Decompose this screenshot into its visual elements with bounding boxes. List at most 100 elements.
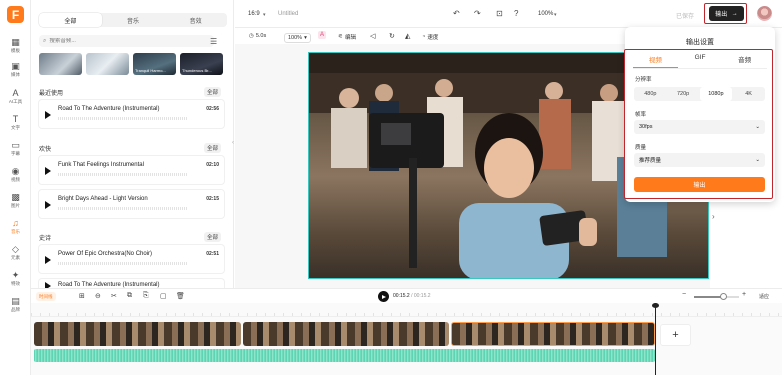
audio-library-panel: 全部 音乐 音效 ⌕ ☰ Tranquil Harmo... Thunderou… — [31, 0, 234, 288]
rail-item-subtitles[interactable]: ▭ 字幕 — [0, 136, 31, 160]
redo-icon[interactable]: ↷ — [474, 9, 481, 18]
project-title[interactable]: Untitled — [278, 11, 298, 17]
track-item[interactable]: Bright Days Ahead - Light Version 02:15 — [38, 189, 225, 219]
rail-item-image[interactable]: ▩ 图片 — [0, 188, 31, 212]
rail-item-effects[interactable]: ✦ 特效 — [0, 266, 31, 290]
edit-button[interactable]: ⚟ 编辑 — [338, 33, 356, 41]
effects-icon: ✦ — [11, 269, 20, 280]
rail-item-brand[interactable]: ▤ 品牌 — [0, 292, 31, 316]
chevron-down-icon: ▾ — [554, 12, 557, 18]
playhead[interactable] — [655, 303, 656, 375]
play-icon[interactable] — [45, 111, 51, 119]
waveform — [58, 207, 188, 210]
category-thumbnail[interactable]: Tranquil Harmo... — [133, 53, 176, 75]
chevron-right-icon[interactable]: › — [712, 212, 715, 221]
flip-icon[interactable]: ◭ — [405, 32, 410, 40]
copy-icon[interactable]: ⎘ — [143, 292, 149, 300]
track-item[interactable]: Funk That Feelings Instrumental 02:10 — [38, 155, 225, 185]
top-toolbar — [235, 0, 782, 28]
tab-sound-effects[interactable]: 音效 — [164, 13, 227, 27]
rail-item-template[interactable]: ▦ 模板 — [0, 33, 31, 57]
section-title-upbeat: 欢快 — [39, 147, 52, 153]
speed-button[interactable]: ◔ 速度 — [422, 33, 438, 41]
rotate-icon[interactable]: ↻ — [389, 32, 395, 40]
rail-item-ai-tools[interactable]: A AI工具 — [0, 84, 31, 108]
chevron-down-icon: ▾ — [304, 35, 307, 41]
section-all-button[interactable]: 全部 — [203, 143, 221, 153]
rail-item-music[interactable]: ♫ 音乐 — [0, 214, 31, 238]
screenshot-icon[interactable]: ⊡ — [496, 9, 503, 18]
ai-tools-icon: A — [12, 87, 19, 98]
split-icon[interactable]: ⊖ — [95, 292, 101, 300]
brand-icon: ▤ — [11, 295, 20, 306]
add-clip-button[interactable]: + — [660, 324, 691, 346]
play-icon[interactable] — [45, 167, 51, 175]
volume-icon[interactable]: ◁ — [370, 32, 375, 40]
scissors-icon[interactable]: ✂ — [111, 292, 117, 300]
waveform — [58, 262, 188, 265]
undo-icon[interactable]: ↶ — [453, 9, 460, 18]
duration-control[interactable]: ◷ 5.0s — [249, 33, 266, 39]
timeline-zoom-slider[interactable] — [694, 293, 739, 300]
saved-status: 已保存 — [676, 14, 695, 20]
timeline-ruler[interactable] — [31, 303, 782, 317]
tab-music[interactable]: 音乐 — [102, 13, 165, 27]
trash-icon[interactable]: 🗑 — [176, 292, 185, 300]
crop-icon[interactable]: ⧉ — [127, 292, 132, 300]
play-icon[interactable] — [45, 201, 51, 209]
track-item[interactable]: Road To The Adventure (Instrumental) — [38, 278, 225, 288]
media-icon: ▣ — [11, 60, 20, 71]
template-icon: ▦ — [11, 36, 20, 47]
fit-button[interactable]: 适应 — [759, 293, 769, 300]
category-thumbnail[interactable] — [86, 53, 129, 75]
section-all-button[interactable]: 全部 — [203, 87, 221, 97]
add-icon[interactable]: ⊞ — [79, 292, 85, 300]
sliders-icon: ⚟ — [338, 34, 343, 40]
scale-select[interactable]: 100% ▾ — [284, 33, 311, 43]
export-button-highlight — [704, 3, 747, 24]
aspect-ratio-select[interactable]: 16:9 — [248, 11, 260, 17]
ai-effect-icon[interactable]: A — [318, 31, 327, 39]
category-thumbnail[interactable]: Thunderous Br... — [180, 53, 223, 75]
category-thumbnail[interactable] — [39, 53, 82, 75]
help-icon[interactable]: ? — [514, 9, 518, 18]
avatar[interactable] — [757, 6, 772, 21]
zoom-out-icon[interactable]: − — [682, 291, 686, 298]
image-icon: ▩ — [11, 191, 20, 202]
playback-time: 00:15.2 / 00:15.2 — [393, 293, 431, 299]
filter-icon[interactable]: ☰ — [210, 37, 217, 46]
playhead-handle[interactable] — [652, 303, 659, 308]
video-clip[interactable] — [243, 322, 449, 346]
search-icon: ⌕ — [43, 37, 47, 44]
video-icon: ◉ — [11, 165, 20, 176]
rail-item-video[interactable]: ◉ 视频 — [0, 162, 31, 186]
comment-icon[interactable]: ▢ — [160, 292, 167, 300]
audio-tabs: 全部 音乐 音效 — [39, 13, 227, 27]
rail-item-media[interactable]: ▣ 媒体 — [0, 57, 31, 81]
search-input[interactable] — [49, 38, 200, 44]
section-title-recent: 最近使用 — [39, 91, 64, 97]
waveform — [58, 173, 188, 176]
track-item[interactable]: Power Of Epic Orchestra(No Choir) 02:51 — [38, 244, 225, 274]
section-title-epic: 史诗 — [39, 236, 52, 242]
play-icon[interactable] — [45, 256, 51, 264]
category-thumbnails: Tranquil Harmo... Thunderous Br... — [39, 53, 223, 75]
timeline-mode-badge[interactable]: 时间线 — [36, 292, 56, 301]
timeline-toolbar: 时间线 ⊞ ⊖ ✂ ⧉ ⎘ ▢ 🗑 00:15.2 / 00:15.2 − + … — [31, 288, 782, 303]
export-settings-highlight — [624, 49, 773, 199]
video-clip[interactable] — [34, 322, 241, 346]
rail-item-elements[interactable]: ◇ 元素 — [0, 240, 31, 264]
app-logo[interactable]: F — [7, 6, 24, 23]
track-item[interactable]: Road To The Adventure (Instrumental) 02:… — [38, 99, 225, 129]
zoom-select[interactable]: 100% — [538, 11, 553, 17]
video-clip-selected[interactable] — [451, 322, 655, 346]
play-button[interactable] — [378, 291, 389, 302]
audio-track[interactable] — [34, 349, 655, 362]
popup-title: 输出设置 — [686, 39, 714, 46]
rail-item-text[interactable]: T 文字 — [0, 110, 31, 134]
speed-icon: ◔ — [422, 34, 426, 40]
zoom-in-icon[interactable]: + — [742, 291, 746, 298]
search-box: ⌕ — [39, 35, 214, 47]
section-all-button[interactable]: 全部 — [203, 232, 221, 242]
tab-all[interactable]: 全部 — [39, 13, 102, 27]
